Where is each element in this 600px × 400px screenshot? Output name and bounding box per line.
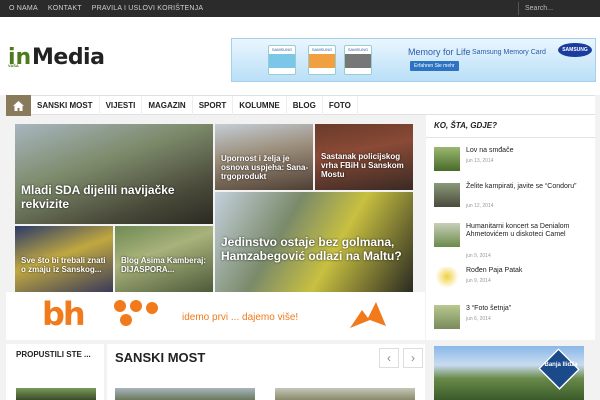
sidebar-item-title: Želite kampirati, javite se “Condoru” bbox=[466, 183, 577, 190]
sidebar-item-thumbnail bbox=[434, 305, 460, 329]
sidebar-item[interactable]: Humanitarni koncert sa Denialom Ahmetovi… bbox=[434, 223, 594, 259]
sidebar-item-title: Lov na smđače bbox=[466, 147, 514, 154]
sidebar-item-date: jun 6, 2014 bbox=[466, 316, 491, 322]
sidebar-item[interactable]: Rođen Paja Patak jun 9, 2014 bbox=[434, 267, 594, 297]
sidebar-item-thumbnail bbox=[434, 267, 460, 291]
bh-logo: bh bbox=[42, 295, 86, 333]
tile-title: Blog Asima Kamberaj: DIJASPORA... bbox=[121, 256, 207, 275]
missed-section-title: PROPUSTILI STE ... bbox=[16, 350, 91, 359]
nav-magazin[interactable]: MAGAZIN bbox=[142, 96, 193, 115]
sanski-most-section: SANSKI MOST ‹ › bbox=[107, 344, 425, 400]
sidebar-title: KO, ŠTA, GDJE? bbox=[434, 121, 497, 130]
section-title: SANSKI MOST bbox=[115, 350, 206, 365]
sidebar-divider bbox=[426, 137, 595, 138]
nav-blog[interactable]: BLOG bbox=[287, 96, 323, 115]
featured-tile-sana[interactable]: Upornost i želja je osnova uspjeha: Sana… bbox=[215, 124, 313, 190]
top-nav-about[interactable]: O NAMA bbox=[4, 0, 43, 17]
bottom-sections: PROPUSTILI STE ... SANSKI MOST ‹ › bbox=[6, 340, 425, 400]
nav-foto[interactable]: FOTO bbox=[323, 96, 358, 115]
section-thumbnail[interactable] bbox=[275, 388, 415, 400]
featured-tile-zmaj[interactable]: Sve što bi trebali znati o zmaju iz Sans… bbox=[15, 226, 113, 292]
samsung-logo: SAMSUNG bbox=[558, 43, 592, 57]
prev-arrow-button[interactable]: ‹ bbox=[379, 348, 399, 368]
sidebar-item-title: 3 “Foto šetnja” bbox=[466, 305, 512, 312]
tile-title: Mladi SDA dijelili navijačke rekvizite bbox=[21, 183, 175, 211]
site-logo[interactable]: in Media VAŠA bbox=[8, 45, 118, 71]
memory-card-image: SAMSUNG bbox=[268, 45, 296, 75]
banner-title: Memory for Life bbox=[408, 47, 471, 57]
tile-title: Sve što bi trebali znati o zmaju iz Sans… bbox=[21, 256, 106, 275]
sidebar-item-title: Rođen Paja Patak bbox=[466, 267, 523, 274]
samsung-banner-ad[interactable]: SAMSUNG SAMSUNG SAMSUNG Memory for Life … bbox=[231, 38, 596, 82]
missed-section: PROPUSTILI STE ... bbox=[6, 344, 104, 400]
search-input[interactable]: Search... bbox=[518, 2, 596, 15]
home-icon bbox=[13, 100, 24, 111]
main-nav: SANSKI MOST VIJESTI MAGAZIN SPORT KOLUMN… bbox=[6, 95, 595, 116]
sidebar-item-date: jun 13, 2014 bbox=[466, 158, 494, 164]
sidebar-item-date: jun 9, 2014 bbox=[466, 278, 491, 284]
sidebar: KO, ŠTA, GDJE? Lov na smđače jun 13, 201… bbox=[426, 115, 595, 340]
top-nav-contact[interactable]: KONTAKT bbox=[43, 0, 87, 17]
banner-subtitle: Samsung Memory Card bbox=[472, 49, 546, 56]
header: in Media VAŠA SAMSUNG SAMSUNG SAMSUNG Me… bbox=[0, 17, 600, 95]
missed-section-thumbnail[interactable] bbox=[16, 388, 96, 400]
sidebar-item-thumbnail bbox=[434, 223, 460, 247]
logo-tagline: VAŠA bbox=[8, 63, 19, 68]
top-nav-terms[interactable]: PRAVILA I USLOVI KORIŠTENJA bbox=[87, 0, 208, 17]
home-button[interactable] bbox=[6, 95, 31, 116]
tile-title: Upornost i želja je osnova uspjeha: Sana… bbox=[221, 154, 309, 182]
banja-ilidza-ad[interactable]: Banja Ilidža bbox=[434, 346, 584, 400]
banja-ilidza-badge bbox=[538, 348, 580, 390]
nav-sanski-most[interactable]: SANSKI MOST bbox=[31, 96, 100, 115]
nav-kolumne[interactable]: KOLUMNE bbox=[233, 96, 287, 115]
nav-vijesti[interactable]: VIJESTI bbox=[100, 96, 143, 115]
tile-title: Sastanak policijskog vrha FBiH u Sanskom… bbox=[321, 152, 404, 180]
featured-tile-jedinstvo[interactable]: Jedinstvo ostaje bez golmana, Hamzabegov… bbox=[215, 192, 413, 292]
section-thumbnail[interactable] bbox=[115, 388, 255, 400]
top-bar: O NAMA KONTAKT PRAVILA I USLOVI KORIŠTEN… bbox=[0, 0, 600, 17]
logo-name: Media bbox=[32, 45, 105, 70]
top-nav: O NAMA KONTAKT PRAVILA I USLOVI KORIŠTEN… bbox=[4, 0, 208, 17]
sidebar-item[interactable]: Želite kampirati, javite se “Condoru” ju… bbox=[434, 183, 594, 213]
sidebar-item-thumbnail bbox=[434, 183, 460, 207]
banja-ilidza-label: Banja Ilidža bbox=[544, 362, 578, 368]
featured-tile-policija[interactable]: Sastanak policijskog vrha FBiH u Sanskom… bbox=[315, 124, 413, 190]
featured-tile-sda[interactable]: Mladi SDA dijelili navijačke rekvizite bbox=[15, 124, 213, 224]
sidebar-item[interactable]: 3 “Foto šetnja” jun 6, 2014 bbox=[434, 305, 594, 335]
origami-bird-icon bbox=[350, 302, 386, 328]
sidebar-item-title: Humanitarni koncert sa Denialom Ahmetovi… bbox=[466, 223, 570, 239]
memory-card-image: SAMSUNG bbox=[344, 45, 372, 75]
sidebar-item[interactable]: Lov na smđače jun 13, 2014 bbox=[434, 147, 594, 177]
nav-sport[interactable]: SPORT bbox=[193, 96, 234, 115]
tile-title: Jedinstvo ostaje bez golmana, Hamzabegov… bbox=[221, 235, 402, 263]
featured-tile-blog[interactable]: Blog Asima Kamberaj: DIJASPORA... bbox=[115, 226, 213, 292]
sidebar-item-date: jun 9, 2014 bbox=[466, 253, 491, 259]
ad-slogan: idemo prvi ... dajemo više! bbox=[182, 312, 299, 323]
memory-card-image: SAMSUNG bbox=[308, 45, 336, 75]
bh-telecom-ad[interactable]: bh idemo prvi ... dajemo više! bbox=[6, 292, 425, 340]
sidebar-item-date: jun 12, 2014 bbox=[466, 203, 494, 209]
sidebar-item-thumbnail bbox=[434, 147, 460, 171]
banner-cta-button[interactable]: Erfahren Sie mehr bbox=[410, 61, 459, 71]
next-arrow-button[interactable]: › bbox=[403, 348, 423, 368]
